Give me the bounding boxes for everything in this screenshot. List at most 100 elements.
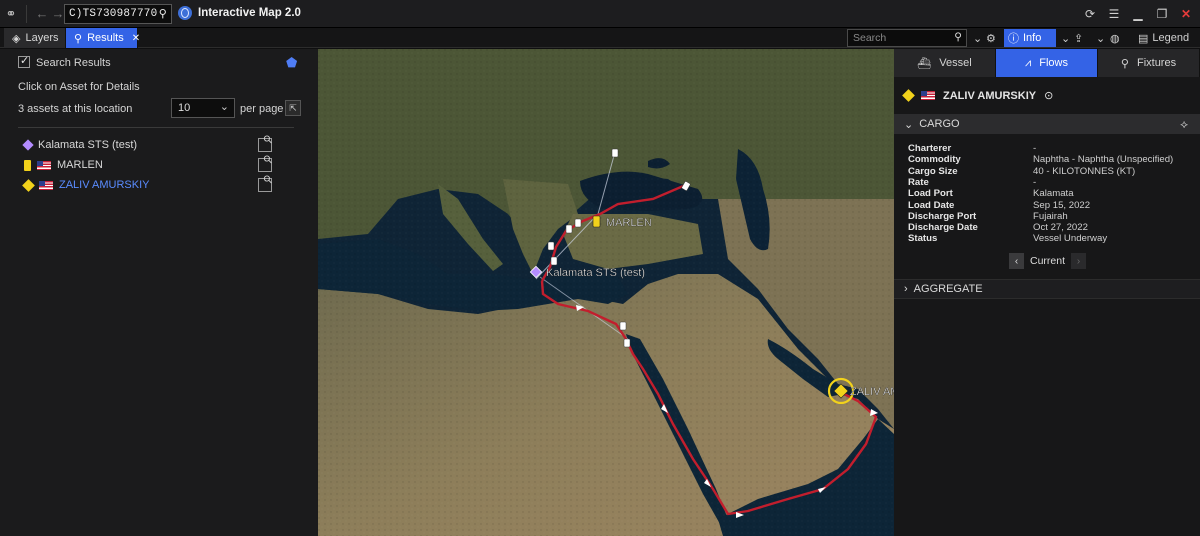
- legend-label: Legend: [1152, 32, 1190, 44]
- map-svg[interactable]: MARLEN Kalamata STS (test) ZALIV AMURSKI…: [318, 49, 894, 536]
- marlen-map-label: MARLEN: [606, 217, 652, 229]
- title-bar: ⚭ ← → C)TS730987770) ⚲ Interactive Map 2…: [0, 0, 1200, 28]
- cargo-row: Status Vessel Underway: [908, 233, 1198, 244]
- tab-results-label: Results: [87, 32, 124, 44]
- refresh-icon[interactable]: ⟳: [1080, 4, 1100, 24]
- yellow-diamond-ship-icon: [22, 178, 35, 192]
- per-page-label: per page: [240, 103, 284, 115]
- cargo-field-label: Commodity: [908, 154, 961, 166]
- us-flag-icon: [921, 91, 935, 100]
- tab-flows[interactable]: ⩘ Flows: [996, 49, 1098, 77]
- asset-count: 3 assets at this location: [18, 103, 133, 115]
- chevron-right-icon: ›: [904, 283, 908, 295]
- restore-icon[interactable]: ❐: [1152, 4, 1172, 24]
- purple-diamond-icon: [22, 139, 34, 151]
- route-node-icon[interactable]: ⟡: [1180, 117, 1188, 132]
- map-search-input[interactable]: Search ⚲: [847, 29, 967, 47]
- link-icon: ⚲: [1120, 57, 1129, 70]
- cargo-field-value: Vessel Underway: [1033, 233, 1108, 245]
- cargo-field-label: Load Port: [908, 188, 953, 200]
- close-tab-icon[interactable]: ✕: [132, 33, 140, 44]
- tab-fixtures[interactable]: ⚲ Fixtures: [1098, 49, 1200, 77]
- cargo-row: Discharge Port Fujairah: [908, 211, 1198, 222]
- asset-item-kalamata[interactable]: Kalamata STS (test): [22, 138, 138, 152]
- cargo-row: Commodity Naphtha - Naphtha (Unspecified): [908, 154, 1198, 165]
- tab-vessel-label: Vessel: [939, 57, 972, 69]
- hint-text: Click on Asset for Details: [18, 81, 140, 93]
- search-icon[interactable]: ⚲: [954, 31, 962, 43]
- tab-layers[interactable]: ◈ Layers: [4, 28, 66, 48]
- terrain-texture: [318, 49, 894, 536]
- chevron-down-icon: ⌄: [904, 118, 914, 131]
- globe-icon[interactable]: ◍: [1106, 29, 1124, 47]
- ticker-value: C)TS730987770): [69, 8, 165, 20]
- cargo-row: Cargo Size 40 - KILOTONNES (KT): [908, 166, 1198, 177]
- cargo-field-label: Discharge Date: [908, 222, 978, 234]
- toolbar: ◈ Layers ⚲ Results ✕ Search ⚲ ⌄ ⚙ ⓘ Info…: [0, 28, 1200, 48]
- us-flag-icon: [37, 160, 51, 170]
- info-button[interactable]: ⓘ Info: [1004, 29, 1056, 47]
- cargo-field-label: Discharge Port: [908, 210, 977, 222]
- export-icon[interactable]: ⇱: [285, 100, 301, 116]
- location-pin-icon[interactable]: ⊙: [1044, 89, 1053, 102]
- tab-layers-label: Layers: [25, 32, 59, 44]
- per-page-select[interactable]: 10 ⌄: [171, 98, 235, 118]
- link-chain-icon[interactable]: ⚭: [0, 3, 22, 25]
- marlen-vessel-marker[interactable]: [592, 215, 601, 228]
- ticker-input[interactable]: C)TS730987770) ⚲: [64, 4, 172, 24]
- asset-name: ZALIV AMURSKIY: [59, 179, 150, 191]
- search-results-checkbox[interactable]: [18, 54, 30, 68]
- chevron-down-icon: ⌄: [219, 101, 229, 113]
- cargo-field-value: Oct 27, 2022: [1033, 222, 1088, 234]
- legend-icon: ▤: [1138, 32, 1149, 45]
- selected-vessel: ZALIV AMURSKIY ⊙: [902, 89, 1053, 102]
- tab-results[interactable]: ⚲ Results ✕: [66, 28, 140, 48]
- cargo-field-value: Kalamata: [1033, 188, 1074, 200]
- asset-name: Kalamata STS (test): [38, 139, 138, 151]
- area-chart-icon: ⩘: [1025, 56, 1032, 69]
- divider: [26, 4, 27, 23]
- zaliv-map-label: ZALIV AMURSKIY: [850, 386, 894, 398]
- cargo-field-label: Load Date: [908, 199, 955, 211]
- app-title: Interactive Map 2.0: [178, 6, 301, 20]
- gear-icon[interactable]: ⚙: [982, 29, 1000, 47]
- legend-button[interactable]: ▤ Legend: [1134, 29, 1196, 47]
- link-icon[interactable]: [258, 158, 272, 172]
- us-flag-icon: [39, 180, 53, 190]
- cargo-row: Discharge Date Oct 27, 2022: [908, 222, 1198, 233]
- minimize-icon[interactable]: ▁: [1128, 4, 1148, 24]
- tab-vessel[interactable]: ⛴ Vessel: [894, 49, 996, 77]
- layers-icon: ◈: [12, 32, 21, 45]
- ship-icon: ⛴: [917, 57, 932, 70]
- menu-icon[interactable]: ☰: [1104, 4, 1124, 24]
- cargo-field-label: Cargo Size: [908, 165, 958, 177]
- search-icon[interactable]: ⚲: [156, 7, 167, 21]
- close-icon[interactable]: ✕: [1176, 4, 1196, 24]
- kalamata-map-label: Kalamata STS (test): [546, 267, 645, 279]
- pager-label: Current: [1030, 255, 1066, 267]
- link-icon[interactable]: [258, 178, 272, 192]
- cargo-section-header[interactable]: ⌄ CARGO ⟡: [894, 114, 1200, 134]
- cargo-row: Load Date Sep 15, 2022: [908, 200, 1198, 211]
- vessel-name: ZALIV AMURSKIY: [943, 89, 1037, 102]
- yellow-diamond-ship-icon: [902, 89, 915, 102]
- tag-icon[interactable]: ⬟: [286, 55, 297, 71]
- next-page-button[interactable]: ›: [1071, 253, 1087, 269]
- cargo-title: CARGO: [919, 118, 960, 130]
- cargo-field-label: Rate: [908, 176, 929, 188]
- link-icon[interactable]: [258, 138, 272, 152]
- aggregate-title: AGGREGATE: [913, 283, 983, 295]
- details-panel: ⛴ Vessel ⩘ Flows ⚲ Fixtures ZALIV AMURSK…: [894, 49, 1200, 536]
- asset-item-marlen[interactable]: MARLEN: [24, 158, 103, 172]
- asset-item-zaliv-amurskiy[interactable]: ZALIV AMURSKIY: [22, 178, 150, 192]
- tab-fixtures-label: Fixtures: [1136, 57, 1177, 69]
- window-controls: ⟳ ☰ ▁ ❐ ✕: [1080, 4, 1196, 24]
- info-icon: ⓘ: [1008, 33, 1019, 45]
- previous-page-button[interactable]: ‹: [1009, 253, 1024, 269]
- map-canvas[interactable]: MARLEN Kalamata STS (test) ZALIV AMURSKI…: [318, 49, 894, 536]
- per-page-value: 10: [178, 102, 191, 114]
- aggregate-section-header[interactable]: › AGGREGATE: [894, 279, 1200, 299]
- cargo-row: Rate -: [908, 177, 1198, 188]
- share-icon[interactable]: ⇪: [1070, 29, 1087, 47]
- cargo-row: Load Port Kalamata: [908, 188, 1198, 199]
